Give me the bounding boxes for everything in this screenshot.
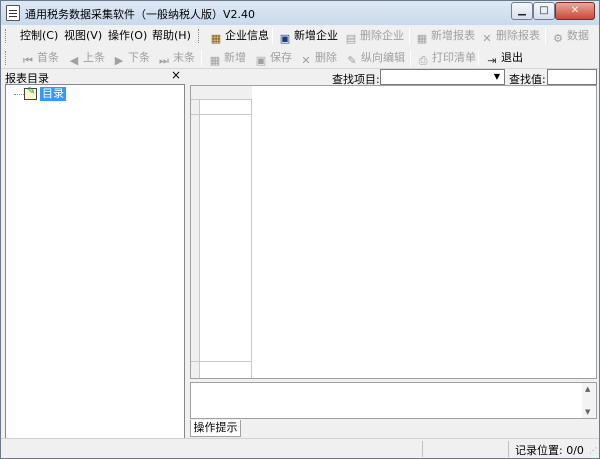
window-title: 通用税务数据采集软件（一般纳税人版）V2.40 <box>25 8 256 21</box>
resize-grip-icon[interactable]: ⋰ <box>589 446 597 455</box>
prev-label: 上条 <box>83 51 105 64</box>
search-field-select[interactable]: ▼ <box>380 69 505 85</box>
grid-header-row <box>191 86 252 100</box>
scroll-up-icon[interactable]: ▲ <box>585 385 590 393</box>
delete-company-button[interactable]: ▤ 删除企业 <box>344 27 404 45</box>
record-toolbar-row: ⏮ 首条 ◀ 上条 ▶ 下条 ⏭ 末条 ▦ 新增 ▣ 保存 ✕ 删除 ✎ 纵向编辑 ⎙ 打印清单 … <box>1 47 599 69</box>
tree-root-item[interactable]: 目录 <box>40 87 66 101</box>
search-value-input[interactable] <box>547 69 597 85</box>
folder-edit-icon <box>24 86 37 100</box>
record-position: 记录位置: 0/0 <box>515 444 584 457</box>
toolbar-grip[interactable] <box>198 29 201 43</box>
hint-scrollbar[interactable]: ▲ ▼ <box>582 383 596 418</box>
next-label: 下条 <box>128 51 150 64</box>
last-icon: ⏭ <box>159 54 169 67</box>
menu-control[interactable]: 控制(C) <box>20 28 58 44</box>
delete-company-label: 删除企业 <box>360 29 404 42</box>
scroll-down-icon[interactable]: ▼ <box>585 408 590 416</box>
menu-view[interactable]: 视图(V) <box>64 28 102 44</box>
grid-row-header-column <box>191 86 200 378</box>
first-label: 首条 <box>37 51 59 64</box>
prev-record-button[interactable]: ◀ 上条 <box>67 49 105 67</box>
report-tree[interactable]: 目录 <box>5 84 185 454</box>
exit-label: 退出 <box>501 51 523 64</box>
minimize-button[interactable]: ▁ <box>511 2 533 20</box>
edit-icon: ✎ <box>347 54 357 67</box>
add-button[interactable]: ▦ 新增 <box>208 49 246 67</box>
title-bar: 通用税务数据采集软件（一般纳税人版）V2.40 ▁ □ ✕ <box>1 1 599 25</box>
tab-operation-hint[interactable]: 操作提示 <box>190 420 241 437</box>
add-label: 新增 <box>224 51 246 64</box>
data-button[interactable]: ⚙ 数据 <box>551 27 589 45</box>
status-divider <box>422 441 423 457</box>
last-record-button[interactable]: ⏭ 末条 <box>157 49 195 67</box>
report-directory-header: 报表目录 × <box>1 68 185 85</box>
tree-connector <box>14 94 24 95</box>
delete-company-icon: ▤ <box>345 32 357 45</box>
toolbar-separator <box>410 50 411 66</box>
close-panel-icon[interactable]: × <box>171 68 181 82</box>
status-divider <box>508 441 509 457</box>
building-icon: ▦ <box>210 32 222 45</box>
next-record-button[interactable]: ▶ 下条 <box>112 49 150 67</box>
next-icon: ▶ <box>114 54 124 67</box>
new-report-button[interactable]: ▦ 新增报表 <box>415 27 475 45</box>
print-list-label: 打印清单 <box>432 51 476 64</box>
toolbar-separator <box>201 50 202 66</box>
vertical-edit-label: 纵向编辑 <box>361 51 405 64</box>
maximize-button[interactable]: □ <box>533 2 555 20</box>
company-info-button[interactable]: ▦ 企业信息 <box>209 27 269 45</box>
app-document-icon <box>6 5 20 21</box>
save-icon: ▣ <box>255 54 267 67</box>
printer-icon: ⎙ <box>418 54 428 67</box>
vertical-edit-button[interactable]: ✎ 纵向编辑 <box>345 49 405 67</box>
new-company-label: 新增企业 <box>294 29 338 42</box>
company-info-label: 企业信息 <box>225 29 269 42</box>
app-window: 通用税务数据采集软件（一般纳税人版）V2.40 ▁ □ ✕ 控制(C) 视图(V… <box>0 0 600 459</box>
first-icon: ⏮ <box>23 54 33 67</box>
menu-toolbar-row: 控制(C) 视图(V) 操作(O) 帮助(H) ▦ 企业信息 ▣ 新增企业 ▤ 删除企… <box>1 25 599 47</box>
grid-row-divider <box>191 114 252 115</box>
toolbar-separator <box>545 28 546 44</box>
first-record-button[interactable]: ⏮ 首条 <box>21 49 59 67</box>
add-icon: ▦ <box>209 54 221 67</box>
prev-icon: ◀ <box>69 54 79 67</box>
dropdown-arrow-icon[interactable]: ▼ <box>491 71 503 83</box>
grid-column <box>200 86 252 378</box>
menu-grip[interactable] <box>5 29 8 43</box>
hint-textarea[interactable]: ▲ ▼ <box>190 382 597 419</box>
menu-help[interactable]: 帮助(H) <box>152 28 191 44</box>
grid-row-divider <box>191 361 252 362</box>
new-report-label: 新增报表 <box>431 29 475 42</box>
save-button[interactable]: ▣ 保存 <box>254 49 292 67</box>
new-company-icon: ▣ <box>279 32 291 45</box>
close-button[interactable]: ✕ <box>555 2 595 20</box>
new-company-button[interactable]: ▣ 新增企业 <box>278 27 338 45</box>
menu-operation[interactable]: 操作(O) <box>108 28 147 44</box>
data-grid[interactable] <box>190 85 597 379</box>
data-label: 数据 <box>567 29 589 42</box>
toolbar-separator <box>478 50 479 66</box>
toolbar-separator <box>272 28 273 44</box>
save-label: 保存 <box>270 51 292 64</box>
toolbar-separator <box>409 28 410 44</box>
delete-report-icon: ✕ <box>482 32 492 45</box>
last-label: 末条 <box>173 51 195 64</box>
delete-label: 删除 <box>315 51 337 64</box>
exit-button[interactable]: ⇥ 退出 <box>485 49 523 67</box>
delete-icon: ✕ <box>301 54 311 67</box>
status-bar: 记录位置: 0/0 ⋰ <box>1 438 599 458</box>
new-report-icon: ▦ <box>416 32 428 45</box>
toolbar-grip[interactable] <box>5 51 8 65</box>
delete-report-label: 删除报表 <box>496 29 540 42</box>
delete-button[interactable]: ✕ 删除 <box>299 49 337 67</box>
print-list-button[interactable]: ⎙ 打印清单 <box>416 49 476 67</box>
delete-report-button[interactable]: ✕ 删除报表 <box>480 27 540 45</box>
exit-door-icon: ⇥ <box>487 54 497 67</box>
data-icon: ⚙ <box>553 32 563 45</box>
